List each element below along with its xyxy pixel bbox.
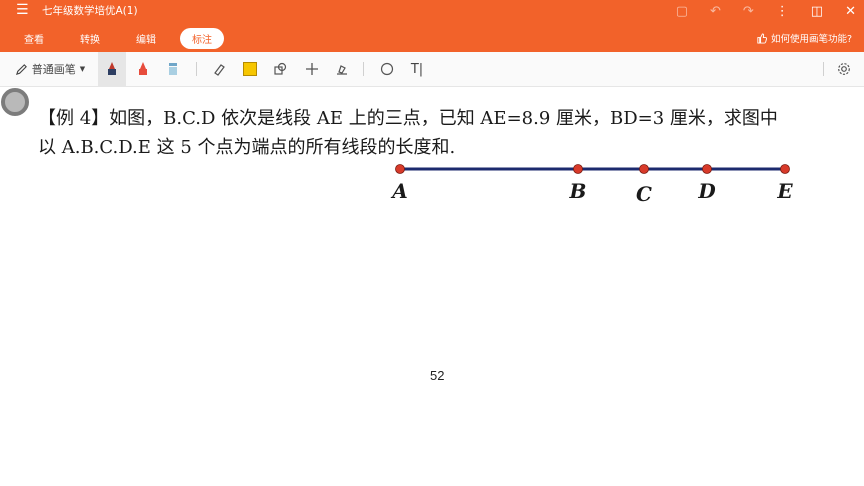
point-label-d: D xyxy=(697,179,716,203)
point-label-b: B xyxy=(569,179,587,203)
top-bar: ☰ 七年级数学培优A(1) ▢ ↶ ↷ ⋮ ◫ ✕ 查看 转换 编辑 标注 如何… xyxy=(0,0,864,52)
title-row: ☰ 七年级数学培优A(1) ▢ ↶ ↷ ⋮ ◫ ✕ xyxy=(0,0,864,22)
swatch-box xyxy=(243,62,257,76)
page-icon[interactable]: ◫ xyxy=(811,4,823,19)
problem-line-1: 【例 4】如图，B.C.D 依次是线段 AE 上的三点，已知 AE=8.9 厘米… xyxy=(38,108,778,129)
close-icon[interactable]: ✕ xyxy=(845,4,856,19)
tab-annotate[interactable]: 标注 xyxy=(180,27,224,49)
tab-convert[interactable]: 转换 xyxy=(68,28,112,49)
hamburger-icon[interactable]: ☰ xyxy=(16,2,29,18)
redo-icon[interactable]: ↷ xyxy=(743,4,754,19)
point-e xyxy=(780,164,790,174)
eraser-icon[interactable] xyxy=(211,59,227,79)
pen-red-icon[interactable] xyxy=(135,59,151,79)
text-icon[interactable]: T| xyxy=(409,59,425,79)
circle-icon[interactable] xyxy=(379,59,395,79)
color-swatch-icon[interactable] xyxy=(242,59,258,79)
diagram-points: A B C D E xyxy=(390,164,793,206)
line-segment-diagram: A B C D E xyxy=(390,164,793,206)
tab-edit[interactable]: 编辑 xyxy=(124,28,168,49)
thumb-icon xyxy=(757,32,767,44)
shape-icon[interactable] xyxy=(272,59,288,79)
document-title: 七年级数学培优A(1) xyxy=(42,5,138,17)
problem-line-2: 以 A.B.C.D.E 这 5 个点为端点的所有线段的长度和. xyxy=(38,137,456,158)
pen-type-dropdown[interactable]: 普通画笔 ▼ xyxy=(8,59,92,79)
point-label-e: E xyxy=(776,179,793,203)
page-number: 52 xyxy=(430,368,445,383)
window-buttons: ▢ ↶ ↷ ⋮ ◫ ✕ xyxy=(676,0,856,22)
highlighter-icon[interactable] xyxy=(165,59,181,79)
undo-icon[interactable]: ↶ xyxy=(710,4,721,19)
bookmark-icon[interactable]: ▢ xyxy=(676,4,688,19)
help-link[interactable]: 如何使用画笔功能? xyxy=(756,31,852,45)
cross-icon[interactable] xyxy=(304,59,320,79)
toolbar-divider xyxy=(196,62,197,76)
pen-cursor-indicator xyxy=(1,88,29,116)
point-label-a: A xyxy=(390,179,408,203)
point-label-c: C xyxy=(636,182,652,206)
point-b xyxy=(573,164,583,174)
pen-type-label: 普通画笔 xyxy=(31,63,76,76)
stamp-icon[interactable] xyxy=(334,59,350,79)
point-a xyxy=(395,164,405,174)
annotation-toolbar: 普通画笔 ▼ T| xyxy=(0,52,864,87)
tab-bar: 查看 转换 编辑 标注 xyxy=(0,26,224,50)
point-c xyxy=(639,164,649,174)
pen-dark-icon[interactable] xyxy=(104,59,120,79)
help-text: 如何使用画笔功能? xyxy=(770,34,852,45)
chevron-down-icon: ▼ xyxy=(79,65,86,73)
tab-view[interactable]: 查看 xyxy=(12,28,56,49)
toolbar-divider xyxy=(823,62,824,76)
settings-icon[interactable] xyxy=(833,59,855,79)
point-d xyxy=(702,164,712,174)
toolbar-divider xyxy=(363,62,364,76)
pencil-icon xyxy=(15,63,27,75)
more-icon[interactable]: ⋮ xyxy=(776,4,789,19)
